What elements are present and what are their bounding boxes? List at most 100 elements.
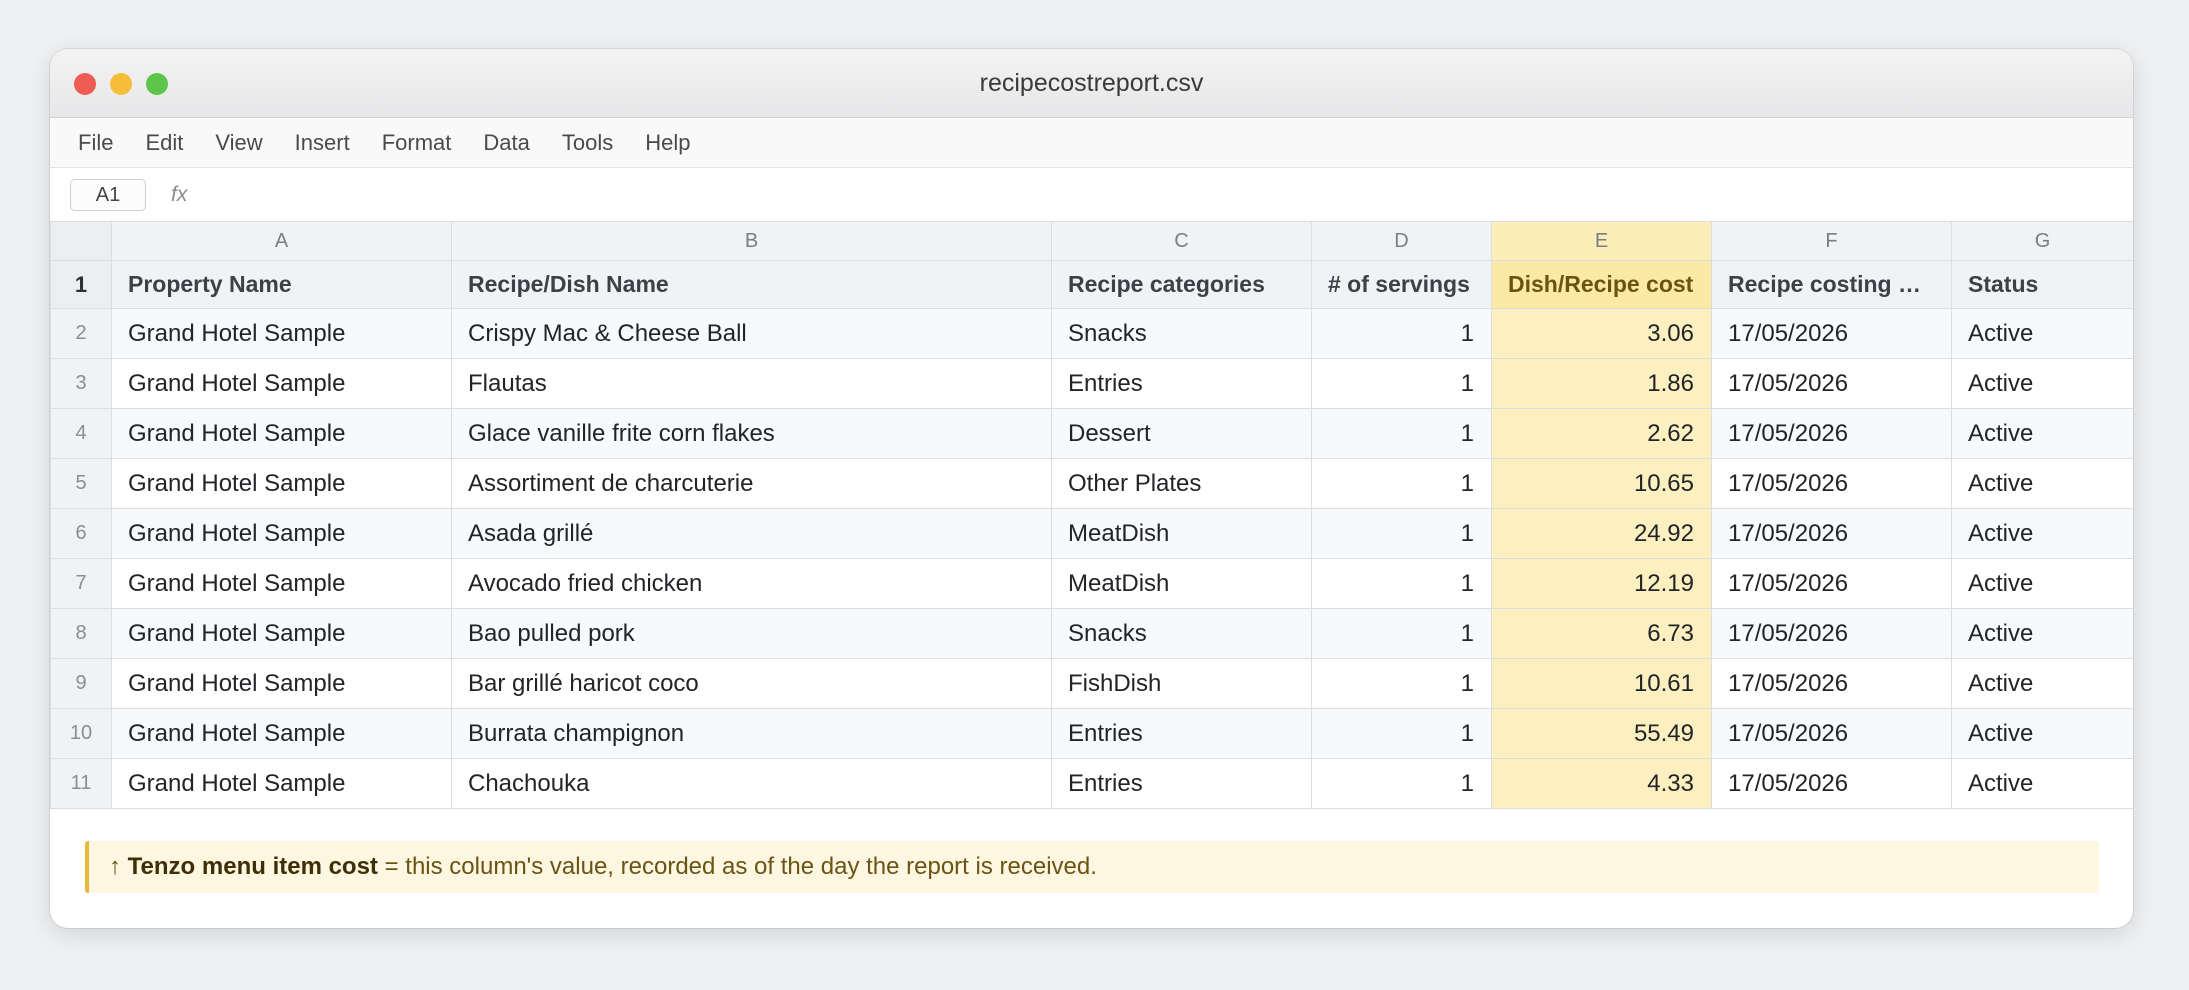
cell-dish-cost[interactable]: 10.61: [1491, 658, 1712, 709]
cell-dish-cost[interactable]: 12.19: [1491, 558, 1712, 609]
cell-costing-date[interactable]: 17/05/2026: [1711, 658, 1952, 709]
cell-dish-name[interactable]: Burrata champignon: [451, 708, 1052, 759]
header-cell-status[interactable]: Status: [1951, 260, 2133, 309]
cell-costing-date[interactable]: 17/05/2026: [1711, 358, 1952, 409]
cell-dish-name[interactable]: Assortiment de charcuterie: [451, 458, 1052, 509]
cell-dish-cost[interactable]: 55.49: [1491, 708, 1712, 759]
cell-property-name[interactable]: Grand Hotel Sample: [111, 708, 452, 759]
cell-dish-name[interactable]: Bar grillé haricot coco: [451, 658, 1052, 709]
row-number[interactable]: 2: [50, 308, 112, 359]
cell-dish-name[interactable]: Avocado fried chicken: [451, 558, 1052, 609]
row-number[interactable]: 5: [50, 458, 112, 509]
header-cell-dish-name[interactable]: Recipe/Dish Name: [451, 260, 1052, 309]
menu-file[interactable]: File: [78, 130, 113, 156]
select-all-corner[interactable]: [50, 221, 112, 261]
cell-dish-name[interactable]: Bao pulled pork: [451, 608, 1052, 659]
cell-servings[interactable]: 1: [1311, 758, 1492, 809]
cell-servings[interactable]: 1: [1311, 658, 1492, 709]
cell-status[interactable]: Active: [1951, 308, 2133, 359]
cell-dish-name[interactable]: Asada grillé: [451, 508, 1052, 559]
cell-costing-date[interactable]: 17/05/2026: [1711, 608, 1952, 659]
row-number[interactable]: 10: [50, 708, 112, 759]
cell-dish-cost[interactable]: 3.06: [1491, 308, 1712, 359]
cell-costing-date[interactable]: 17/05/2026: [1711, 708, 1952, 759]
column-header-g[interactable]: G: [1951, 221, 2133, 261]
cell-status[interactable]: Active: [1951, 558, 2133, 609]
cell-status[interactable]: Active: [1951, 358, 2133, 409]
column-header-b[interactable]: B: [451, 221, 1052, 261]
cell-servings[interactable]: 1: [1311, 408, 1492, 459]
cell-status[interactable]: Active: [1951, 658, 2133, 709]
cell-costing-date[interactable]: 17/05/2026: [1711, 408, 1952, 459]
cell-servings[interactable]: 1: [1311, 608, 1492, 659]
cell-dish-name[interactable]: Chachouka: [451, 758, 1052, 809]
cell-property-name[interactable]: Grand Hotel Sample: [111, 608, 452, 659]
column-header-e[interactable]: E: [1491, 221, 1712, 261]
menu-insert[interactable]: Insert: [295, 130, 350, 156]
cell-category[interactable]: Entries: [1051, 758, 1312, 809]
menu-help[interactable]: Help: [645, 130, 690, 156]
column-header-f[interactable]: F: [1711, 221, 1952, 261]
column-header-a[interactable]: A: [111, 221, 452, 261]
cell-dish-cost[interactable]: 1.86: [1491, 358, 1712, 409]
cell-category[interactable]: Other Plates: [1051, 458, 1312, 509]
cell-dish-name[interactable]: Glace vanille frite corn flakes: [451, 408, 1052, 459]
cell-category[interactable]: MeatDish: [1051, 558, 1312, 609]
cell-dish-cost[interactable]: 2.62: [1491, 408, 1712, 459]
menu-format[interactable]: Format: [382, 130, 452, 156]
cell-status[interactable]: Active: [1951, 508, 2133, 559]
column-header-c[interactable]: C: [1051, 221, 1312, 261]
cell-dish-cost[interactable]: 10.65: [1491, 458, 1712, 509]
cell-servings[interactable]: 1: [1311, 458, 1492, 509]
menu-view[interactable]: View: [215, 130, 262, 156]
cell-category[interactable]: Dessert: [1051, 408, 1312, 459]
cell-status[interactable]: Active: [1951, 708, 2133, 759]
row-number[interactable]: 9: [50, 658, 112, 709]
cell-servings[interactable]: 1: [1311, 308, 1492, 359]
cell-category[interactable]: MeatDish: [1051, 508, 1312, 559]
cell-property-name[interactable]: Grand Hotel Sample: [111, 458, 452, 509]
header-cell-dish-cost[interactable]: Dish/Recipe cost: [1491, 260, 1712, 309]
cell-reference-box[interactable]: A1: [70, 179, 146, 211]
cell-property-name[interactable]: Grand Hotel Sample: [111, 408, 452, 459]
cell-costing-date[interactable]: 17/05/2026: [1711, 308, 1952, 359]
cell-costing-date[interactable]: 17/05/2026: [1711, 508, 1952, 559]
cell-property-name[interactable]: Grand Hotel Sample: [111, 658, 452, 709]
cell-servings[interactable]: 1: [1311, 358, 1492, 409]
row-number[interactable]: 3: [50, 358, 112, 409]
header-cell-property-name[interactable]: Property Name: [111, 260, 452, 309]
row-number[interactable]: 4: [50, 408, 112, 459]
cell-property-name[interactable]: Grand Hotel Sample: [111, 508, 452, 559]
cell-status[interactable]: Active: [1951, 608, 2133, 659]
cell-property-name[interactable]: Grand Hotel Sample: [111, 558, 452, 609]
menu-tools[interactable]: Tools: [562, 130, 613, 156]
column-header-d[interactable]: D: [1311, 221, 1492, 261]
cell-status[interactable]: Active: [1951, 758, 2133, 809]
cell-category[interactable]: Entries: [1051, 358, 1312, 409]
header-cell-costing-date[interactable]: Recipe costing …: [1711, 260, 1952, 309]
cell-dish-cost[interactable]: 6.73: [1491, 608, 1712, 659]
cell-costing-date[interactable]: 17/05/2026: [1711, 458, 1952, 509]
row-number[interactable]: 11: [50, 758, 112, 809]
cell-property-name[interactable]: Grand Hotel Sample: [111, 358, 452, 409]
menu-edit[interactable]: Edit: [145, 130, 183, 156]
cell-status[interactable]: Active: [1951, 458, 2133, 509]
row-number[interactable]: 8: [50, 608, 112, 659]
cell-property-name[interactable]: Grand Hotel Sample: [111, 758, 452, 809]
cell-dish-name[interactable]: Flautas: [451, 358, 1052, 409]
header-cell-servings[interactable]: # of servings: [1311, 260, 1492, 309]
header-cell-categories[interactable]: Recipe categories: [1051, 260, 1312, 309]
row-number[interactable]: 6: [50, 508, 112, 559]
cell-category[interactable]: Snacks: [1051, 308, 1312, 359]
cell-dish-cost[interactable]: 4.33: [1491, 758, 1712, 809]
menu-data[interactable]: Data: [483, 130, 529, 156]
cell-category[interactable]: Snacks: [1051, 608, 1312, 659]
cell-category[interactable]: FishDish: [1051, 658, 1312, 709]
cell-servings[interactable]: 1: [1311, 558, 1492, 609]
cell-status[interactable]: Active: [1951, 408, 2133, 459]
cell-property-name[interactable]: Grand Hotel Sample: [111, 308, 452, 359]
cell-dish-name[interactable]: Crispy Mac & Cheese Ball: [451, 308, 1052, 359]
cell-dish-cost[interactable]: 24.92: [1491, 508, 1712, 559]
cell-costing-date[interactable]: 17/05/2026: [1711, 758, 1952, 809]
cell-servings[interactable]: 1: [1311, 508, 1492, 559]
